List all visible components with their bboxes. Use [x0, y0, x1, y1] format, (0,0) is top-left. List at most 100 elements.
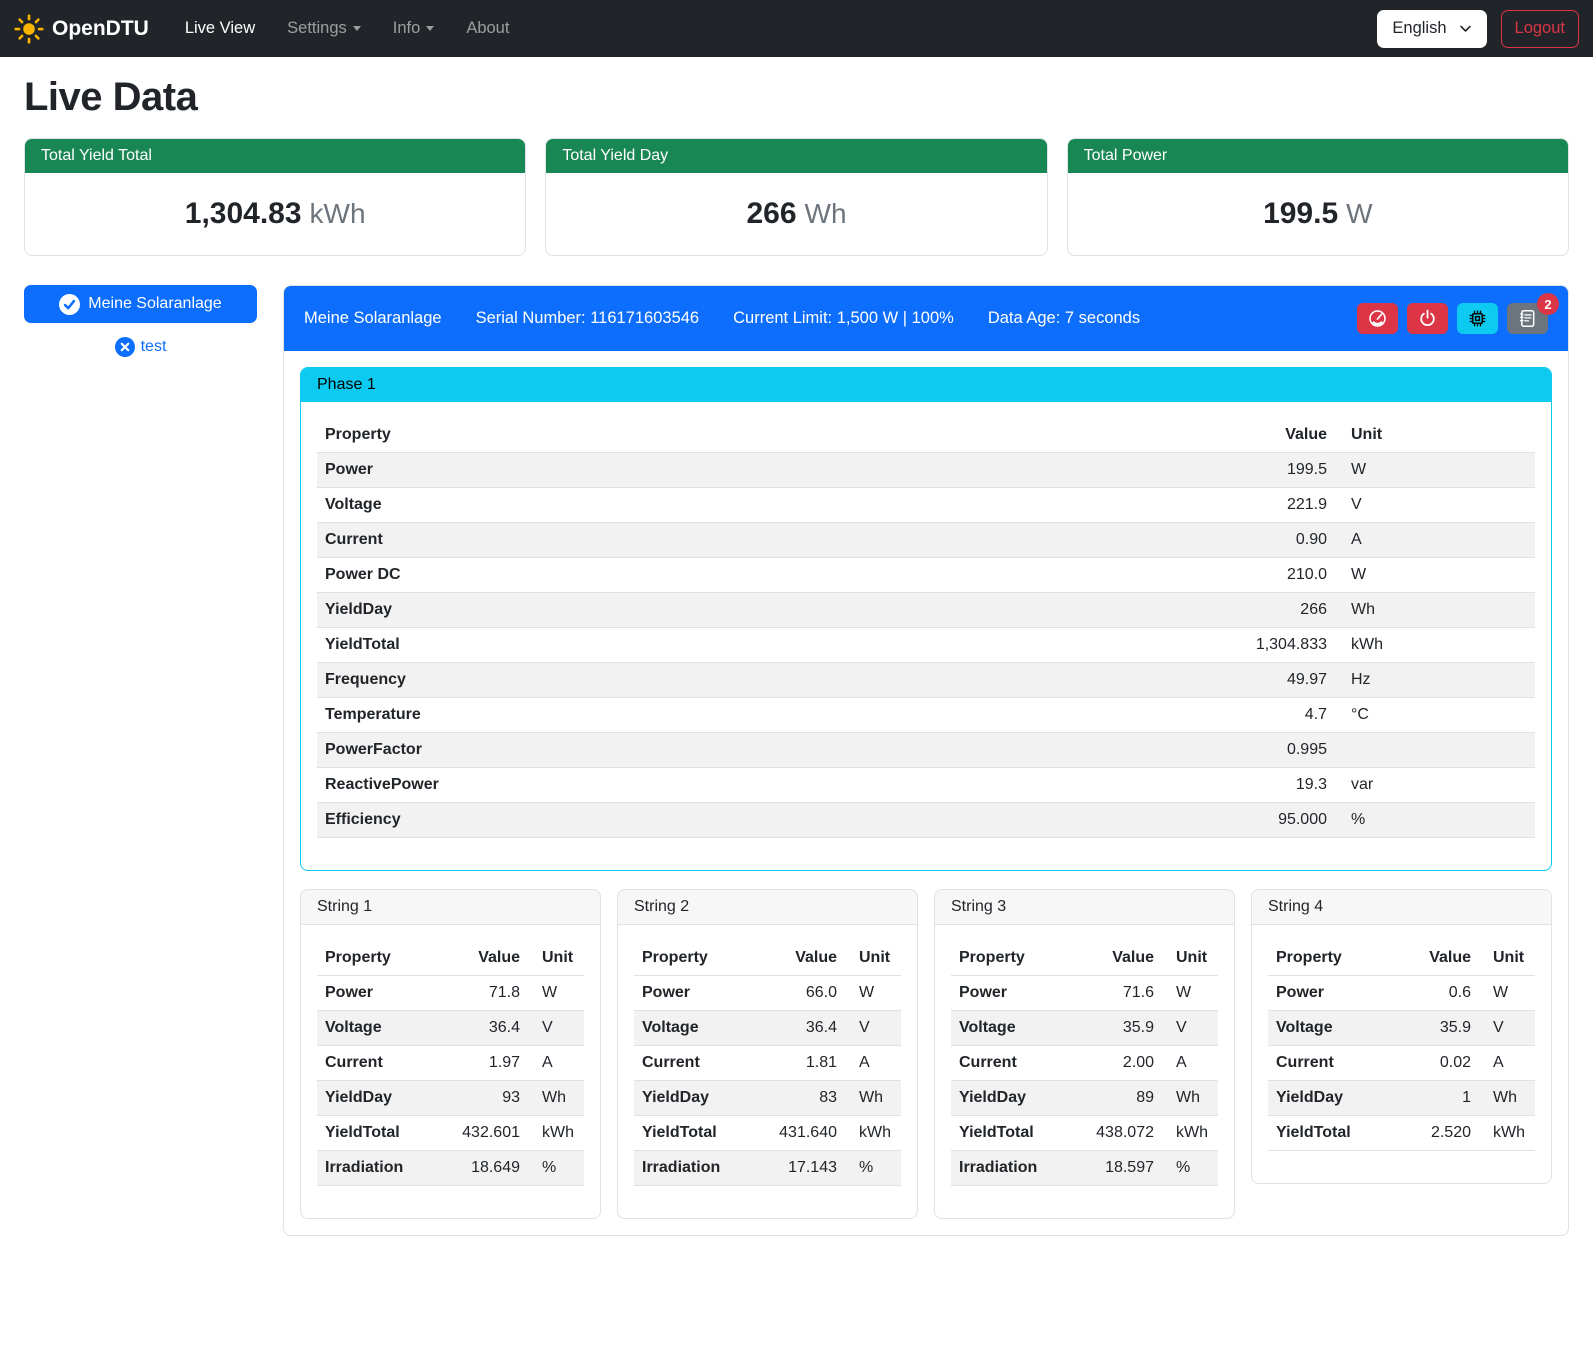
table-row: Current0.02A [1268, 1046, 1535, 1081]
string-body: PropertyValueUnitPower71.6WVoltage35.9VC… [935, 925, 1234, 1218]
table-header-row: PropertyValueUnit [317, 941, 584, 976]
table-row: Current0.90A [317, 523, 1535, 558]
table-row: Voltage35.9V [951, 1011, 1218, 1046]
property-cell: Temperature [317, 698, 1205, 733]
chevron-down-icon [1459, 22, 1472, 35]
nav-item-live-view[interactable]: Live View [173, 11, 267, 46]
table-row: Current2.00A [951, 1046, 1218, 1081]
value-cell: 95.000 [1205, 803, 1335, 838]
inverter-header: Meine Solaranlage Serial Number: 1161716… [284, 286, 1568, 351]
property-cell: YieldTotal [317, 628, 1205, 663]
value-cell: 1.97 [432, 1046, 528, 1081]
language-select[interactable]: English [1377, 10, 1486, 48]
column-header: Property [317, 418, 1205, 453]
string-1-table: PropertyValueUnitPower71.8WVoltage36.4VC… [317, 941, 584, 1186]
property-cell: YieldDay [317, 593, 1205, 628]
column-header: Value [1383, 941, 1479, 976]
total-power-card: Total Power 199.5W [1067, 138, 1569, 256]
property-cell: YieldTotal [317, 1116, 432, 1151]
table-row: Current1.97A [317, 1046, 584, 1081]
unit-cell: kWh [1335, 628, 1535, 663]
property-cell: Voltage [634, 1011, 749, 1046]
unit-cell: W [1162, 976, 1218, 1011]
property-cell: Voltage [317, 488, 1205, 523]
column-header: Value [1066, 941, 1162, 976]
unit-cell: V [1162, 1011, 1218, 1046]
column-header: Unit [845, 941, 901, 976]
card-value: 199.5 [1263, 197, 1338, 230]
column-header: Property [1268, 941, 1383, 976]
inverter-data-age: Data Age: 7 seconds [988, 309, 1140, 328]
unit-cell: kWh [1162, 1116, 1218, 1151]
logout-button[interactable]: Logout [1501, 10, 1579, 48]
table-row: Voltage36.4V [317, 1011, 584, 1046]
nav-item-label: Info [393, 19, 421, 38]
column-header: Property [634, 941, 749, 976]
table-row: Power71.6W [951, 976, 1218, 1011]
nav-item-info[interactable]: Info [381, 11, 447, 46]
table-row: YieldDay83Wh [634, 1081, 901, 1116]
nav-item-label: Settings [287, 19, 347, 38]
strings-row: String 1 PropertyValueUnitPower71.8WVolt… [300, 889, 1552, 1219]
nav-item-settings[interactable]: Settings [275, 11, 373, 46]
device-info-button[interactable] [1457, 303, 1498, 334]
column-header: Unit [528, 941, 584, 976]
unit-cell: % [528, 1151, 584, 1186]
table-row: YieldDay1Wh [1268, 1081, 1535, 1116]
value-cell: 1,304.833 [1205, 628, 1335, 663]
unit-cell: W [1335, 453, 1535, 488]
journal-icon [1518, 309, 1537, 328]
table-row: YieldDay89Wh [951, 1081, 1218, 1116]
limit-settings-button[interactable] [1357, 303, 1398, 334]
property-cell: PowerFactor [317, 733, 1205, 768]
check-circle-icon [59, 294, 80, 315]
property-cell: Current [951, 1046, 1066, 1081]
string-title: String 3 [935, 890, 1234, 925]
property-cell: Power [317, 976, 432, 1011]
string-body: PropertyValueUnitPower0.6WVoltage35.9VCu… [1252, 925, 1551, 1183]
table-row: YieldTotal1,304.833kWh [317, 628, 1535, 663]
event-log-button[interactable]: 2 [1507, 303, 1548, 334]
brand[interactable]: OpenDTU [14, 14, 149, 44]
value-cell: 438.072 [1066, 1116, 1162, 1151]
value-cell: 221.9 [1205, 488, 1335, 523]
chevron-down-icon [353, 26, 361, 31]
table-row: Temperature4.7°C [317, 698, 1535, 733]
property-cell: YieldDay [1268, 1081, 1383, 1116]
column-header: Value [1205, 418, 1335, 453]
property-cell: Power [1268, 976, 1383, 1011]
inverter-serial: Serial Number: 116171603546 [476, 309, 700, 328]
string-1-panel: String 1 PropertyValueUnitPower71.8WVolt… [300, 889, 601, 1219]
card-value-area: 199.5W [1068, 173, 1568, 255]
cpu-icon [1468, 309, 1487, 328]
column-header: Unit [1162, 941, 1218, 976]
table-header-row: PropertyValueUnit [1268, 941, 1535, 976]
table-row: YieldDay93Wh [317, 1081, 584, 1116]
value-cell: 0.02 [1383, 1046, 1479, 1081]
event-link[interactable]: test [141, 338, 167, 356]
string-3-panel: String 3 PropertyValueUnitPower71.6WVolt… [934, 889, 1235, 1219]
table-row: Irradiation18.597% [951, 1151, 1218, 1186]
unit-cell: Wh [1335, 593, 1535, 628]
table-header-row: PropertyValueUnit [317, 418, 1535, 453]
unit-cell: V [1479, 1011, 1535, 1046]
column-header: Value [432, 941, 528, 976]
top-navbar: OpenDTU Live View Settings Info About En… [0, 0, 1593, 57]
value-cell: 431.640 [749, 1116, 845, 1151]
string-4-table: PropertyValueUnitPower0.6WVoltage35.9VCu… [1268, 941, 1535, 1151]
power-button[interactable] [1407, 303, 1448, 334]
table-row: Power199.5W [317, 453, 1535, 488]
nav-item-about[interactable]: About [454, 11, 521, 46]
nav-item-label: About [466, 19, 509, 38]
property-cell: Current [634, 1046, 749, 1081]
table-row: YieldTotal2.520kWh [1268, 1116, 1535, 1151]
inverter-sidebar: Meine Solaranlage test [24, 285, 257, 357]
value-cell: 199.5 [1205, 453, 1335, 488]
inverter-select-label: Meine Solaranlage [88, 295, 221, 313]
value-cell: 1.81 [749, 1046, 845, 1081]
inverter-select-button[interactable]: Meine Solaranlage [24, 285, 257, 323]
string-body: PropertyValueUnitPower71.8WVoltage36.4VC… [301, 925, 600, 1218]
string-2-table: PropertyValueUnitPower66.0WVoltage36.4VC… [634, 941, 901, 1186]
table-row: ReactivePower19.3var [317, 768, 1535, 803]
property-cell: ReactivePower [317, 768, 1205, 803]
